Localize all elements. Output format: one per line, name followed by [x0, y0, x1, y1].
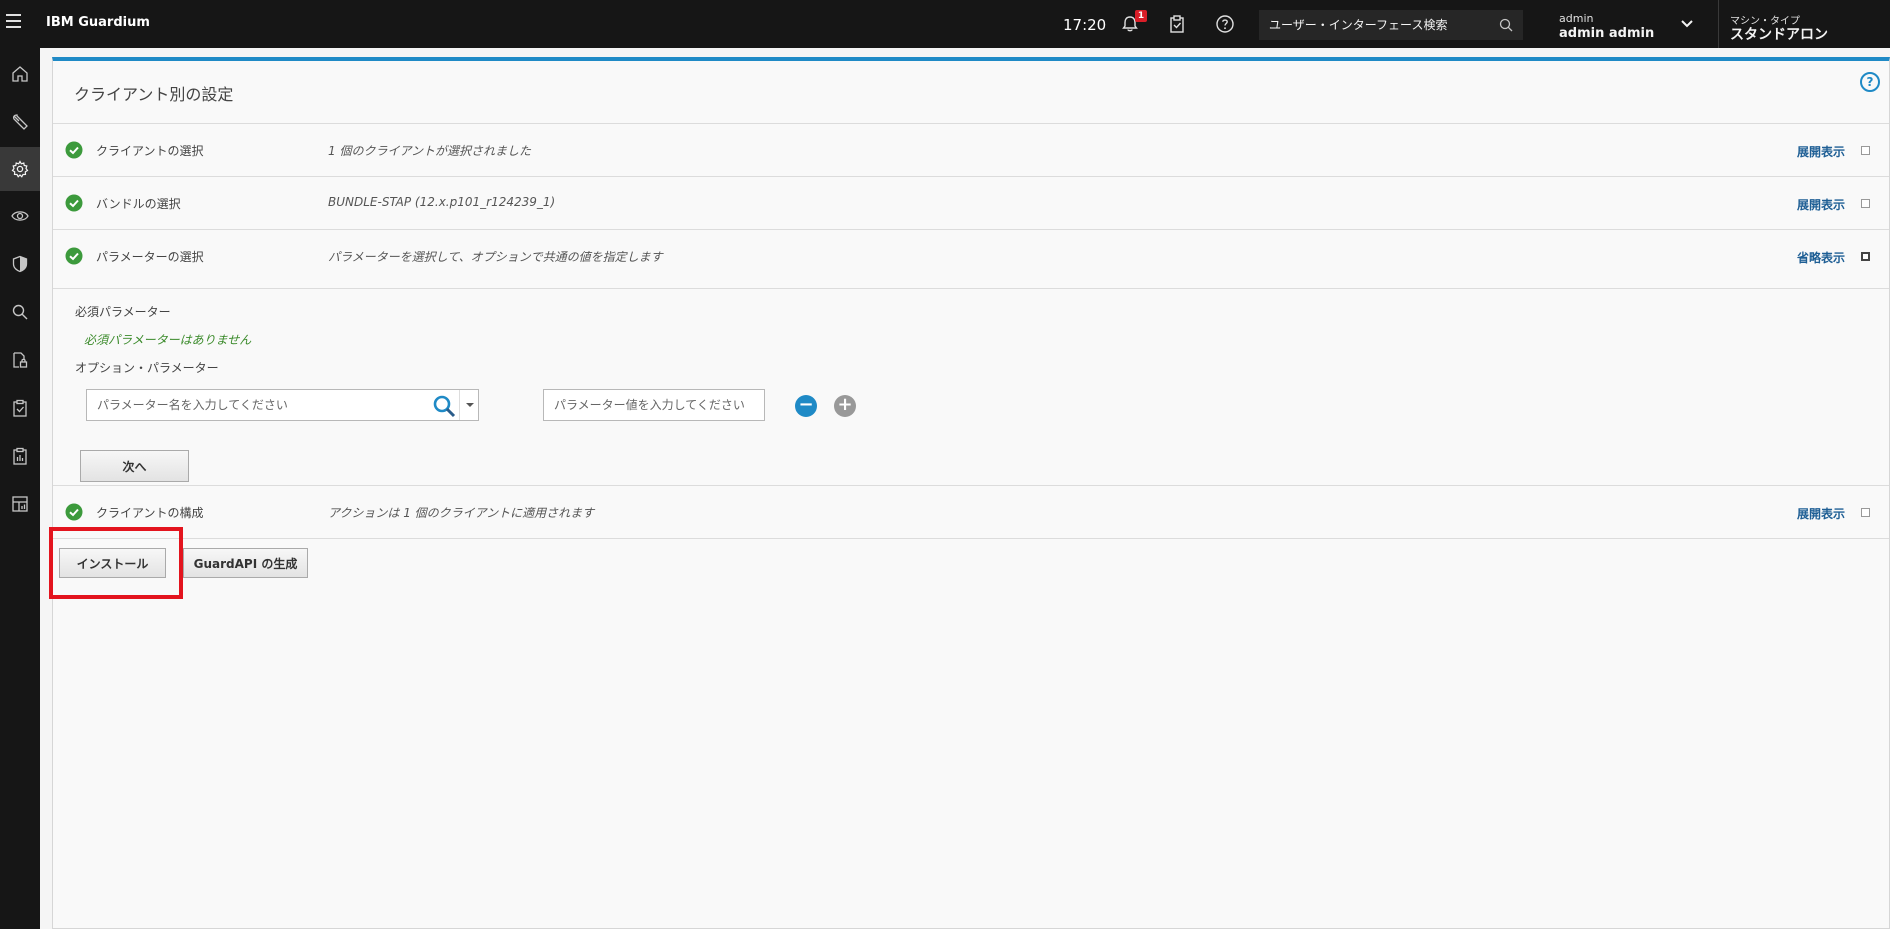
nav-monitor[interactable] — [0, 194, 40, 238]
nav-harden[interactable] — [0, 338, 40, 382]
remove-parameter-button[interactable]: − — [795, 395, 817, 417]
clipboard-report-icon — [13, 447, 27, 465]
step-label: バンドルの選択 — [96, 197, 181, 211]
step-description: BUNDLE-STAP (12.x.p101_r124239_1) — [328, 195, 556, 209]
page-title: クライアント別の設定 — [74, 85, 234, 104]
parameter-name-input[interactable] — [87, 390, 427, 420]
step-label: クライアントの選択 — [96, 144, 204, 158]
clipboard-check-icon[interactable] — [1167, 14, 1187, 34]
machine-type-value: スタンドアロン — [1730, 27, 1828, 43]
step-description: パラメーターを選択して、オプションで共通の値を指定します — [328, 250, 663, 264]
notification-badge: 1 — [1135, 10, 1147, 22]
magnifier-icon[interactable] — [432, 394, 456, 418]
ui-search-input[interactable] — [1259, 10, 1499, 40]
ui-search-box — [1259, 10, 1523, 40]
search-icon[interactable] — [1499, 18, 1513, 32]
nav-setup[interactable] — [0, 147, 40, 191]
nav-reports[interactable] — [0, 434, 40, 478]
clock: 17:20 — [1063, 16, 1107, 34]
user-label: admin — [1559, 12, 1594, 25]
wrench-icon — [12, 114, 28, 130]
parameter-name-combobox — [86, 389, 479, 421]
chevron-down-icon[interactable] — [1680, 18, 1694, 30]
step-label: パラメーターの選択 — [96, 250, 204, 264]
optional-parameters-heading: オプション・パラメーター — [75, 361, 219, 375]
generate-guardapi-button[interactable]: GuardAPI の生成 — [183, 548, 308, 578]
step-select-parameters: パラメーターの選択 パラメーターを選択して、オプションで共通の値を指定します 省… — [53, 229, 1889, 282]
expand-toggle-link[interactable]: 展開表示 — [1797, 505, 1845, 522]
dashboard-icon — [12, 496, 28, 512]
check-circle-icon — [65, 503, 83, 521]
brand-title: IBM Guardium — [46, 15, 150, 30]
eye-icon — [11, 211, 29, 221]
step-configure-client: クライアントの構成 アクションは 1 個のクライアントに適用されます 展開表示 — [53, 485, 1889, 538]
shield-icon — [12, 255, 28, 273]
expand-toggle-icon[interactable] — [1861, 146, 1870, 155]
top-bar: IBM Guardium 17:20 1 admin admin admin マ… — [0, 0, 1890, 48]
parameter-name-dropdown-arrow[interactable] — [459, 390, 479, 420]
install-highlight-box — [49, 527, 183, 599]
step-description: アクションは 1 個のクライアントに適用されます — [328, 506, 595, 520]
collapse-toggle-link[interactable]: 省略表示 — [1797, 249, 1845, 266]
step-select-bundle: バンドルの選択 BUNDLE-STAP (12.x.p101_r124239_1… — [53, 176, 1889, 229]
parameter-value-input[interactable] — [543, 389, 765, 421]
hamburger-menu-icon[interactable] — [6, 14, 22, 32]
expand-toggle-link[interactable]: 展開表示 — [1797, 196, 1845, 213]
client-settings-panel: クライアント別の設定 ? クライアントの選択 1 個のクライアントが選択されまし… — [52, 57, 1890, 929]
help-icon[interactable] — [1215, 14, 1235, 34]
add-parameter-button[interactable]: + — [834, 395, 856, 417]
panel-help-icon[interactable]: ? — [1860, 72, 1880, 92]
nav-investigate[interactable] — [0, 290, 40, 334]
nav-home[interactable] — [0, 52, 40, 96]
side-nav — [0, 48, 40, 929]
step-label: クライアントの構成 — [96, 506, 204, 520]
home-icon — [12, 66, 28, 82]
expand-toggle-icon[interactable] — [1861, 199, 1870, 208]
check-circle-icon — [65, 247, 83, 265]
nav-protect[interactable] — [0, 242, 40, 286]
clipboard-check-icon — [13, 399, 27, 417]
nav-dashboards[interactable] — [0, 482, 40, 526]
collapse-toggle-icon[interactable] — [1861, 252, 1870, 261]
expand-toggle-link[interactable]: 展開表示 — [1797, 143, 1845, 160]
lock-file-icon — [13, 352, 28, 368]
section-divider — [53, 538, 1889, 539]
parameters-section: 必須パラメーター 必須パラメーターはありません オプション・パラメーター − +… — [53, 288, 1889, 493]
step-select-client: クライアントの選択 1 個のクライアントが選択されました 展開表示 — [53, 123, 1889, 176]
search-icon — [12, 304, 28, 320]
gear-icon — [11, 160, 29, 178]
required-parameters-heading: 必須パラメーター — [75, 305, 171, 319]
user-name[interactable]: admin admin — [1559, 26, 1654, 41]
step-description: 1 個のクライアントが選択されました — [328, 144, 531, 158]
header-divider — [1718, 0, 1719, 48]
nav-tools[interactable] — [0, 100, 40, 144]
no-required-parameters-text: 必須パラメーターはありません — [84, 333, 252, 347]
nav-comply[interactable] — [0, 386, 40, 430]
check-circle-icon — [65, 194, 83, 212]
check-circle-icon — [65, 141, 83, 159]
expand-toggle-icon[interactable] — [1861, 508, 1870, 517]
next-button[interactable]: 次へ — [80, 450, 189, 482]
